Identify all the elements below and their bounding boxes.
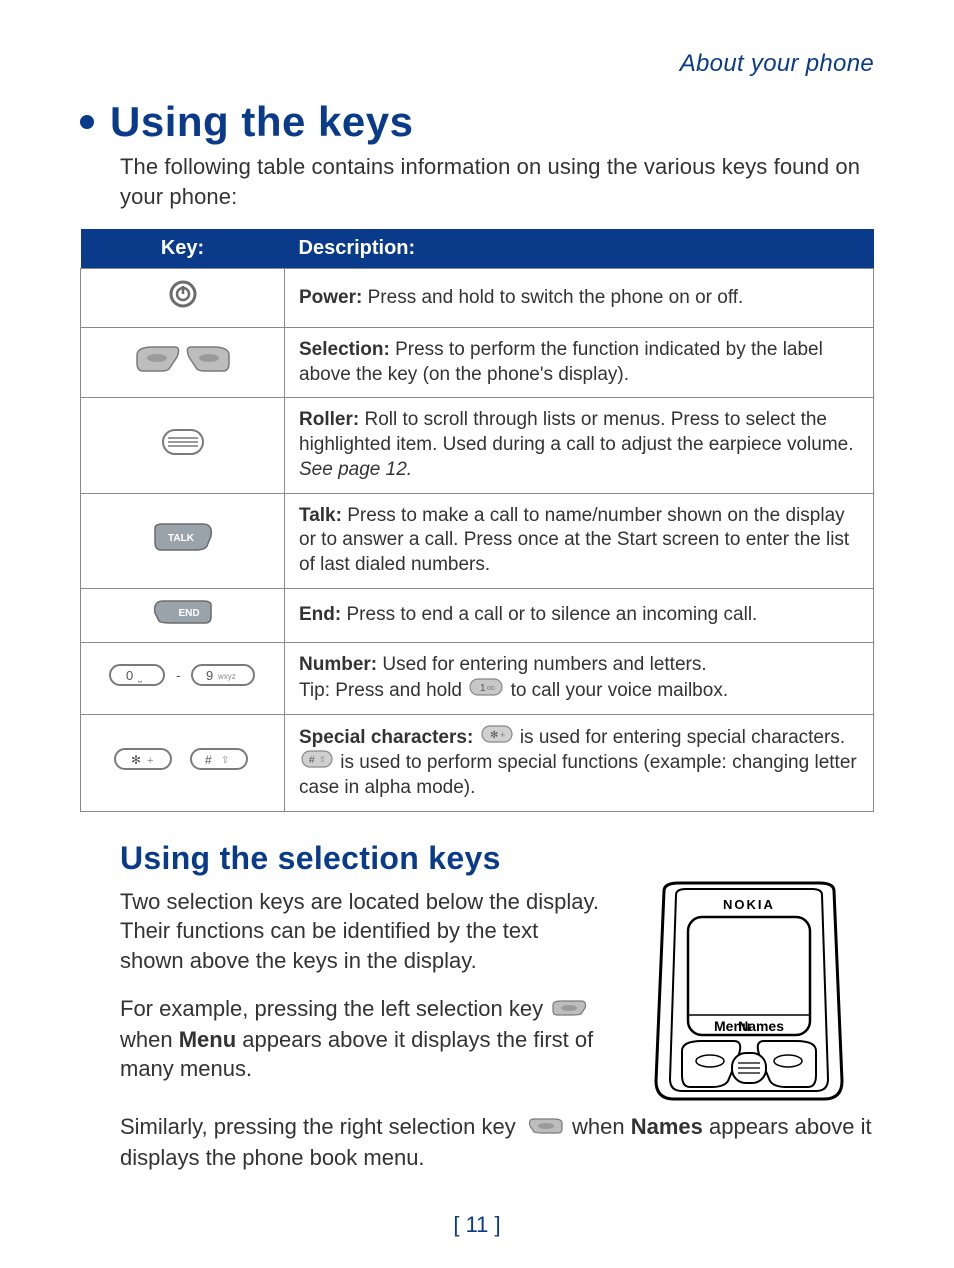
phone-illustration: NOKIA Menu Names — [624, 881, 874, 1106]
svg-text:#: # — [205, 753, 212, 767]
svg-text:END: END — [178, 608, 199, 619]
svg-text:+: + — [500, 730, 505, 740]
star-key-icon: ✻ + — [481, 725, 513, 751]
page-title: Using the keys — [110, 98, 413, 146]
end-icon: END — [151, 599, 215, 633]
col-header-key: Key: — [81, 229, 285, 269]
svg-text:wxyz: wxyz — [217, 672, 236, 681]
table-row: Roller: Roll to scroll through lists or … — [81, 398, 874, 493]
desc-cell-talk: Talk: Press to make a call to name/numbe… — [285, 493, 874, 588]
special-keys-icon: ✻ + # ⇧ — [113, 746, 253, 780]
table-row: END End: Press to end a call or to silen… — [81, 588, 874, 643]
selection-keys-icon — [133, 345, 233, 381]
svg-text:1: 1 — [480, 683, 486, 694]
key-cell-selection — [81, 328, 285, 398]
col-header-desc: Description: — [285, 229, 874, 269]
brand-label: NOKIA — [723, 897, 775, 912]
bullet-icon — [80, 115, 94, 129]
keys-table: Key: Description: Power: Press and hold … — [80, 229, 874, 811]
roller-icon — [160, 427, 206, 465]
desc-cell-end: End: Press to end a call or to silence a… — [285, 588, 874, 643]
right-softkey-icon — [524, 1113, 564, 1143]
svg-text:⇧: ⇧ — [319, 755, 326, 764]
table-row: Power: Press and hold to switch the phon… — [81, 269, 874, 328]
key-cell-roller — [81, 398, 285, 493]
key-cell-end: END — [81, 588, 285, 643]
page-number: [ 11 ] — [80, 1212, 874, 1238]
desc-cell-selection: Selection: Press to perform the function… — [285, 328, 874, 398]
selection-keys-heading: Using the selection keys — [120, 840, 874, 877]
key-cell-number: 0 ⎵ - 9 wxyz — [81, 643, 285, 714]
table-row: TALK Talk: Press to make a call to name/… — [81, 493, 874, 588]
svg-text:#: # — [309, 755, 315, 766]
svg-text:oo: oo — [487, 685, 495, 692]
svg-text:9: 9 — [206, 668, 213, 683]
table-row: Selection: Press to perform the function… — [81, 328, 874, 398]
table-row: ✻ + # ⇧ Special characters: ✻ + — [81, 714, 874, 811]
power-icon — [168, 279, 198, 317]
softkey-right-label: Names — [738, 1018, 784, 1034]
svg-text:+: + — [147, 755, 153, 767]
svg-text:⇧: ⇧ — [221, 755, 229, 766]
svg-text:-: - — [176, 667, 181, 683]
left-softkey-icon — [551, 995, 591, 1025]
svg-text:✻: ✻ — [490, 730, 498, 741]
desc-cell-number: Number: Used for entering numbers and le… — [285, 643, 874, 714]
key-1-icon: 1 oo — [469, 678, 503, 704]
desc-cell-special: Special characters: ✻ + is used for ente… — [285, 714, 874, 811]
svg-text:⎵: ⎵ — [138, 672, 142, 683]
key-cell-power — [81, 269, 285, 328]
desc-cell-roller: Roller: Roll to scroll through lists or … — [285, 398, 874, 493]
key-cell-talk: TALK — [81, 493, 285, 588]
talk-icon: TALK — [151, 522, 215, 560]
selection-p3: Similarly, pressing the right selection … — [120, 1112, 874, 1173]
key-cell-special: ✻ + # ⇧ — [81, 714, 285, 811]
svg-text:TALK: TALK — [168, 533, 195, 544]
hash-key-icon: # ⇧ — [301, 750, 333, 776]
intro-paragraph: The following table contains information… — [120, 152, 874, 211]
number-keys-icon: 0 ⎵ - 9 wxyz — [108, 661, 258, 697]
desc-cell-power: Power: Press and hold to switch the phon… — [285, 269, 874, 328]
selection-p1: Two selection keys are located below the… — [120, 887, 604, 976]
page-heading-row: Using the keys — [80, 98, 874, 146]
section-label: About your phone — [80, 50, 874, 78]
svg-text:✻: ✻ — [131, 753, 141, 767]
selection-p2: For example, pressing the left selection… — [120, 994, 604, 1084]
svg-text:0: 0 — [126, 668, 133, 683]
table-row: 0 ⎵ - 9 wxyz Number: Used for entering n… — [81, 643, 874, 714]
